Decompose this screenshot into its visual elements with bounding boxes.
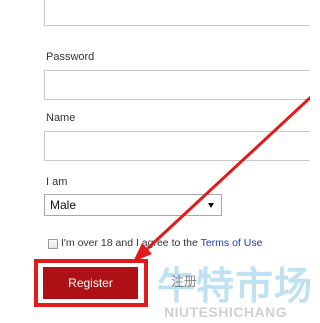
chevron-down-icon xyxy=(208,203,214,208)
name-field[interactable] xyxy=(44,131,310,161)
terms-of-use-link[interactable]: Terms of Use xyxy=(201,237,263,249)
name-label: Name xyxy=(46,112,76,124)
gender-select[interactable]: Male xyxy=(44,194,222,216)
register-highlight-box xyxy=(34,259,148,307)
password-label: Password xyxy=(46,51,95,63)
watermark: 牛特市场 注册 NIUTESHICHANG xyxy=(157,255,310,323)
iam-label: I am xyxy=(46,176,68,188)
password-field[interactable] xyxy=(44,70,310,100)
agree-checkbox[interactable] xyxy=(48,239,58,249)
agree-text: I'm over 18 and I agree to the Terms of … xyxy=(61,237,262,249)
registration-page: Password Name I am Male I'm over 18 and … xyxy=(0,0,310,323)
watermark-latin: NIUTESHICHANG xyxy=(164,304,288,320)
top-input-field[interactable] xyxy=(44,0,310,26)
agree-statement: I'm over 18 and I agree to the xyxy=(61,237,198,249)
gender-select-value: Male xyxy=(50,198,77,212)
watermark-overlay-text: 注册 xyxy=(171,275,198,290)
watermark-chinese: 牛特市场 xyxy=(157,264,310,308)
